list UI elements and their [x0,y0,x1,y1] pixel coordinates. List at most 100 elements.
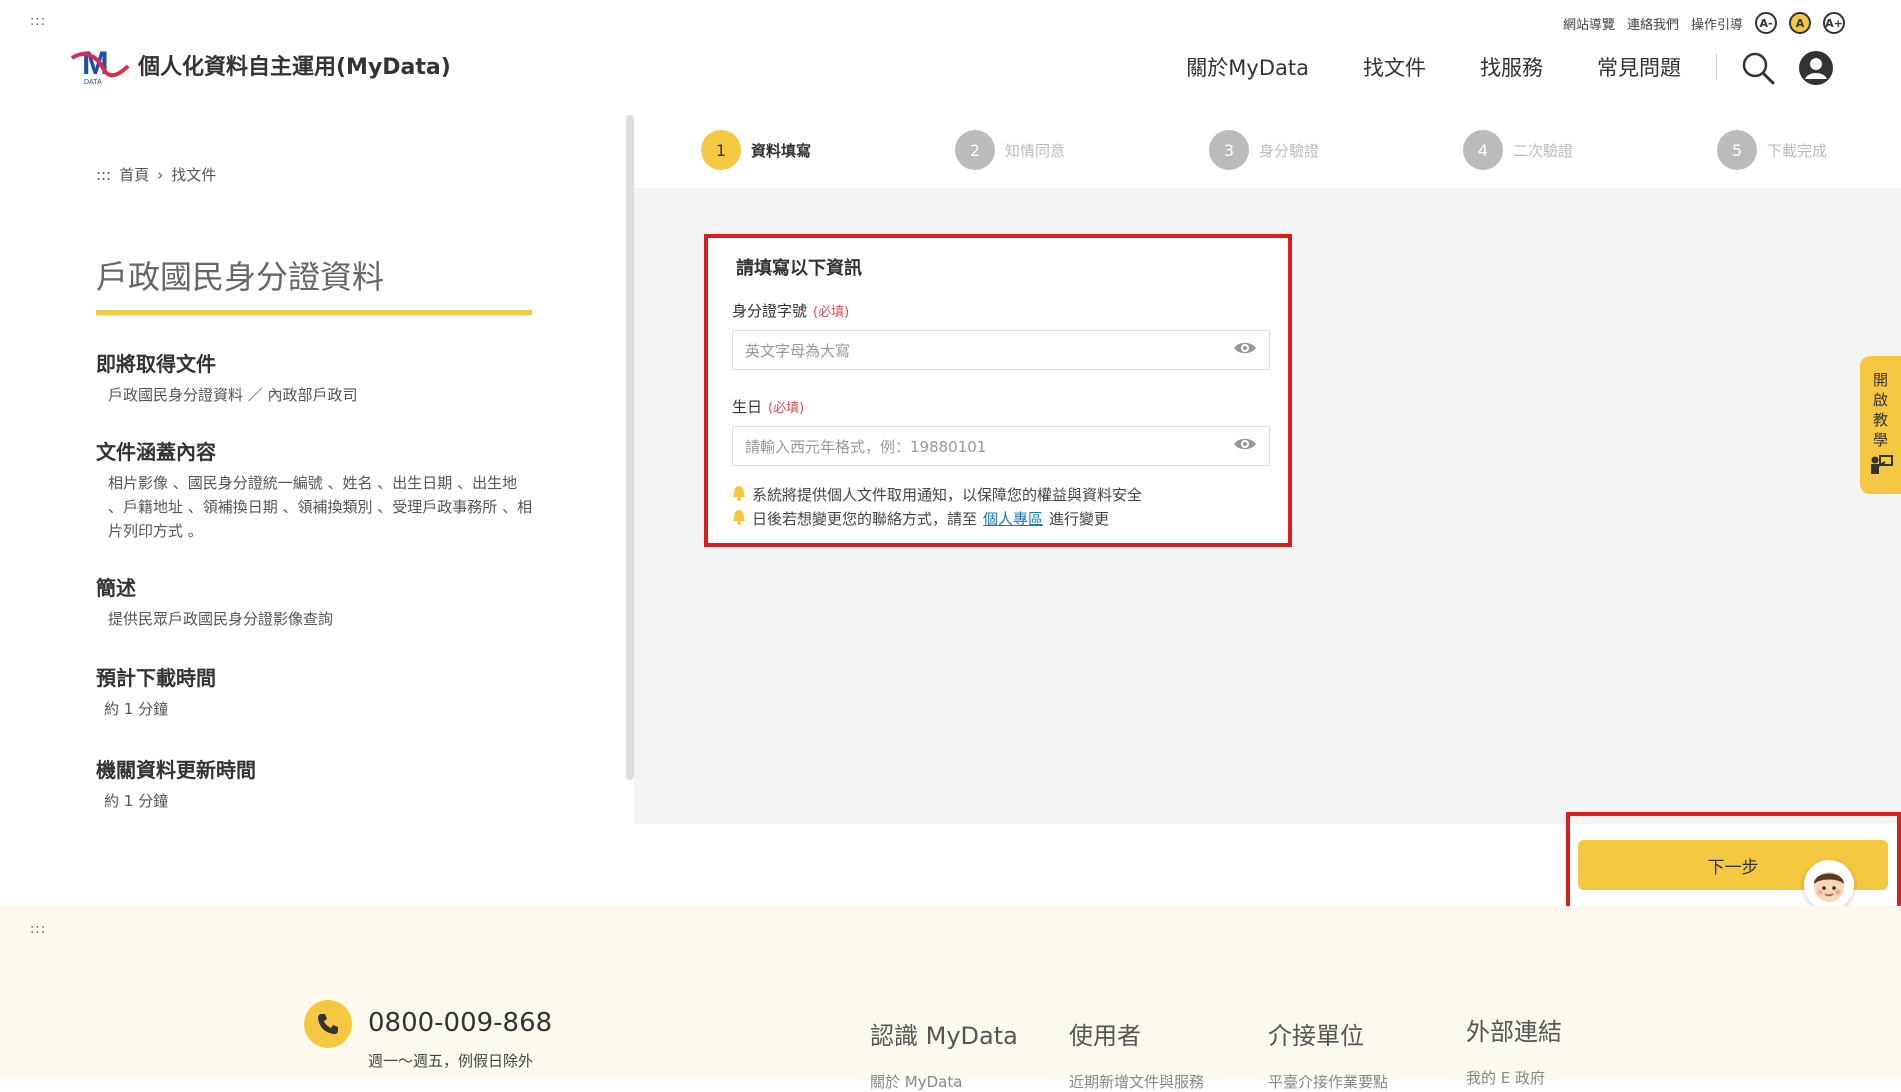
breadcrumb-current: 找文件 [171,166,217,184]
breadcrumb-home[interactable]: 首頁 [119,164,149,185]
step-number: 1 [701,130,741,170]
doc-section-update-time: 機關資料更新時間 約 1 分鐘 [96,754,536,813]
footer-link[interactable]: 平臺介接作業要點 [1268,1071,1388,1092]
tutorial-char: 教 [1872,411,1888,429]
notice-1: 系統將提供個人文件取用通知，以保障您的權益與資料安全 [732,484,1142,505]
step-label: 資料填寫 [751,141,812,160]
step-label: 身分驗證 [1259,141,1320,160]
font-large-button[interactable]: A+ [1823,12,1845,34]
section-text: 約 1 分鐘 [104,792,169,810]
birthday-input[interactable]: 請輸入西元年格式，例：19880101 [732,426,1270,466]
section-text: 約 1 分鐘 [104,700,169,718]
user-account-icon[interactable] [1798,50,1834,86]
breadcrumb: ::: 首頁 › 找文件 [96,164,216,185]
section-text: 相片影像 、國民身分證統一編號 、姓名 、出生日期 、出生地 、戶籍地址 、領補… [108,474,533,540]
contact-link[interactable]: 連絡我們 [1627,14,1679,33]
notice-text: 系統將提供個人文件取用通知，以保障您的權益與資料安全 [752,486,1143,504]
step-1: 1 資料填寫 [701,130,811,170]
id-label: 身分證字號 [732,302,808,320]
birth-required-badge: (必填) [768,401,805,416]
step-label: 知情同意 [1005,141,1066,160]
notice-text: 日後若想變更您的聯絡方式，請至 [752,510,978,528]
footer-heading: 外部連結 [1466,1018,1562,1046]
info-form: 請填寫以下資訊 身分證字號 (必填) 英文字母為大寫 生日 (必填) 請輸入西元年格… [704,234,1292,547]
font-small-button[interactable]: A- [1755,12,1777,34]
tutorial-char: 學 [1872,431,1888,449]
breadcrumb-separator-icon: › [157,165,164,184]
step-label: 二次驗證 [1513,141,1574,160]
mydata-logo-icon: M DATA [70,44,130,86]
nav-services[interactable]: 找服務 [1480,52,1543,82]
utility-bar: 網站導覽 連絡我們 操作引導 A- A A+ [1563,12,1845,34]
service-hours: 週一～週五，例假日除外 [368,1052,534,1070]
section-text: 提供民眾戶政國民身分證影像查詢 [108,610,334,628]
id-number-input[interactable]: 英文字母為大寫 [732,330,1270,370]
footer-heading: 介接單位 [1268,1022,1364,1050]
phone-icon [304,1000,352,1048]
left-panel-scrollbar[interactable] [626,115,634,780]
doc-section-summary: 簡述 提供民眾戶政國民身分證影像查詢 [96,572,536,631]
section-heading: 簡述 [96,576,136,600]
guide-link[interactable]: 操作引導 [1691,14,1743,33]
open-tutorial-tab[interactable]: 開 啟 教 學 [1860,356,1901,494]
footer-link[interactable]: 我的 E 政府 [1466,1067,1562,1088]
step-5: 5 下載完成 [1717,130,1827,170]
nav-about[interactable]: 關於MyData [1186,52,1309,82]
eye-icon[interactable] [1233,436,1257,456]
footer-link[interactable]: 近期新增文件與服務 [1069,1071,1204,1092]
teacher-icon [1869,454,1893,481]
step-4: 4 二次驗證 [1463,130,1573,170]
tutorial-char: 開 [1872,371,1888,389]
notice-2: 日後若想變更您的聯絡方式，請至 個人專區 進行變更 [732,508,1109,529]
tutorial-char: 啟 [1872,391,1888,409]
doc-section-obtain: 即將取得文件 戶政國民身分證資料 ／ 內政部戶政司 [96,348,536,407]
footer-col-users: 使用者 近期新增文件與服務 [1069,1016,1204,1092]
footer-col-providers: 介接單位 平臺介接作業要點 [1268,1016,1388,1092]
birth-label-row: 生日 (必填) [732,396,804,417]
section-text: 戶政國民身分證資料 ／ 內政部戶政司 [108,386,358,404]
doc-section-download-time: 預計下載時間 約 1 分鐘 [96,662,536,721]
footer-col-external: 外部連結 我的 E 政府 [1466,1012,1562,1088]
site-title: 個人化資料自主運用(MyData) [138,55,451,80]
personal-area-link[interactable]: 個人專區 [983,508,1043,529]
form-heading: 請填寫以下資訊 [736,258,862,279]
breadcrumb-accesskey[interactable]: ::: [96,166,111,184]
logo-mark-letter: M [82,45,109,81]
nav-divider [1716,54,1717,80]
section-heading: 機關資料更新時間 [96,758,256,782]
sitemap-link[interactable]: 網站導覽 [1563,14,1615,33]
main-nav: 關於MyData 找文件 找服務 常見問題 [1186,52,1681,82]
nav-faq[interactable]: 常見問題 [1597,52,1681,82]
document-title: 戶政國民身分證資料 [96,258,385,296]
eye-icon[interactable] [1233,340,1257,360]
id-required-badge: (必填) [813,305,850,320]
search-icon[interactable] [1740,50,1776,86]
notice-text-end: 進行變更 [1049,510,1110,528]
step-number: 5 [1717,130,1757,170]
step-number: 3 [1209,130,1249,170]
footer-accesskey[interactable]: ::: [30,922,46,937]
logo-mark-sub: DATA [84,79,102,86]
bell-icon [732,485,746,505]
step-number: 2 [955,130,995,170]
nav-documents[interactable]: 找文件 [1363,52,1426,82]
section-heading: 文件涵蓋內容 [96,440,216,464]
footer-heading: 使用者 [1069,1022,1141,1050]
doc-section-contents: 文件涵蓋內容 相片影像 、國民身分證統一編號 、姓名 、出生日期 、出生地 、戶… [96,436,536,543]
step-3: 3 身分驗證 [1209,130,1319,170]
bell-icon [732,509,746,529]
top-accesskey[interactable]: ::: [30,14,46,29]
birth-label: 生日 [732,398,763,416]
section-heading: 即將取得文件 [96,352,216,376]
chatbot-mascot-icon[interactable] [1804,860,1854,910]
section-heading: 預計下載時間 [96,666,216,690]
site-logo[interactable]: M DATA 個人化資料自主運用(MyData) [70,44,451,86]
footer-col-about: 認識 MyData 關於 MyData [870,1016,1018,1092]
step-2: 2 知情同意 [955,130,1065,170]
footer-link[interactable]: 關於 MyData [870,1071,1018,1092]
id-label-row: 身分證字號 (必填) [732,300,849,321]
step-number: 4 [1463,130,1503,170]
font-medium-button[interactable]: A [1789,12,1811,34]
id-number-placeholder: 英文字母為大寫 [745,341,851,360]
birthday-placeholder: 請輸入西元年格式，例：19880101 [745,437,987,456]
